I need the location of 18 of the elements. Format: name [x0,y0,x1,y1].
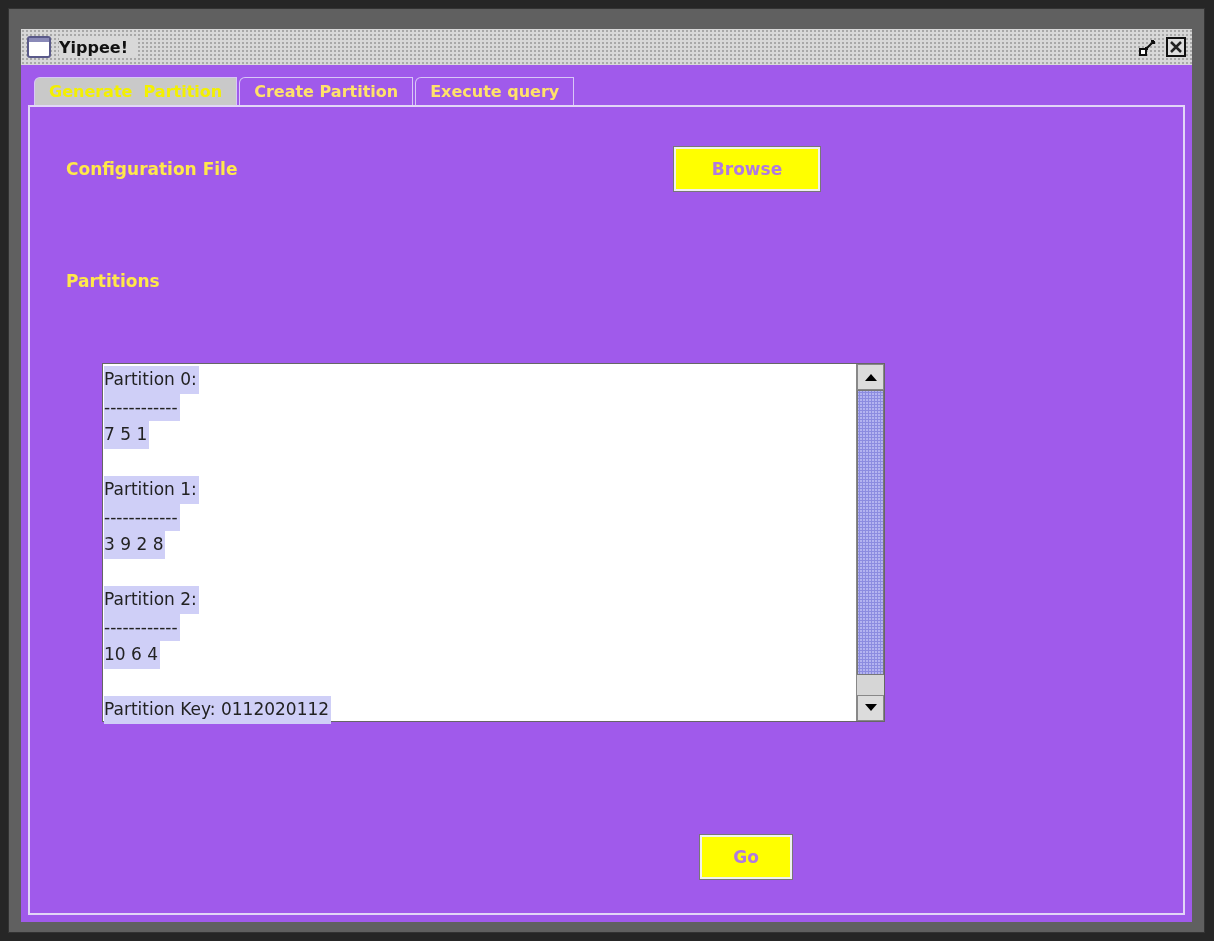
scroll-thumb[interactable] [857,390,884,675]
scrollbar[interactable] [856,364,884,721]
restore-icon[interactable] [1138,37,1158,57]
scroll-track [857,675,884,695]
go-button[interactable]: Go [700,835,792,879]
window-title: Yippee! [59,37,136,57]
partitions-label: Partitions [66,271,160,291]
tab[interactable]: Execute query [415,77,575,105]
configuration-label: Configuration File [66,159,239,179]
scroll-down-button[interactable] [857,695,884,721]
text-area[interactable]: Partition 0: ------------ 7 5 1 Partition 1: ------------ 3 9 2 8 Partition 2: ------------ 10 6 4 Partition Key: 0112020112 [102,363,885,722]
browse-button[interactable]: Browse [674,147,820,191]
close-icon[interactable] [1166,37,1186,57]
up-arrow-icon [864,373,877,381]
window-icon [27,36,51,58]
down-arrow-icon [864,704,877,712]
scroll-up-button[interactable] [857,364,884,390]
tab[interactable]: Create Partition [239,77,414,105]
